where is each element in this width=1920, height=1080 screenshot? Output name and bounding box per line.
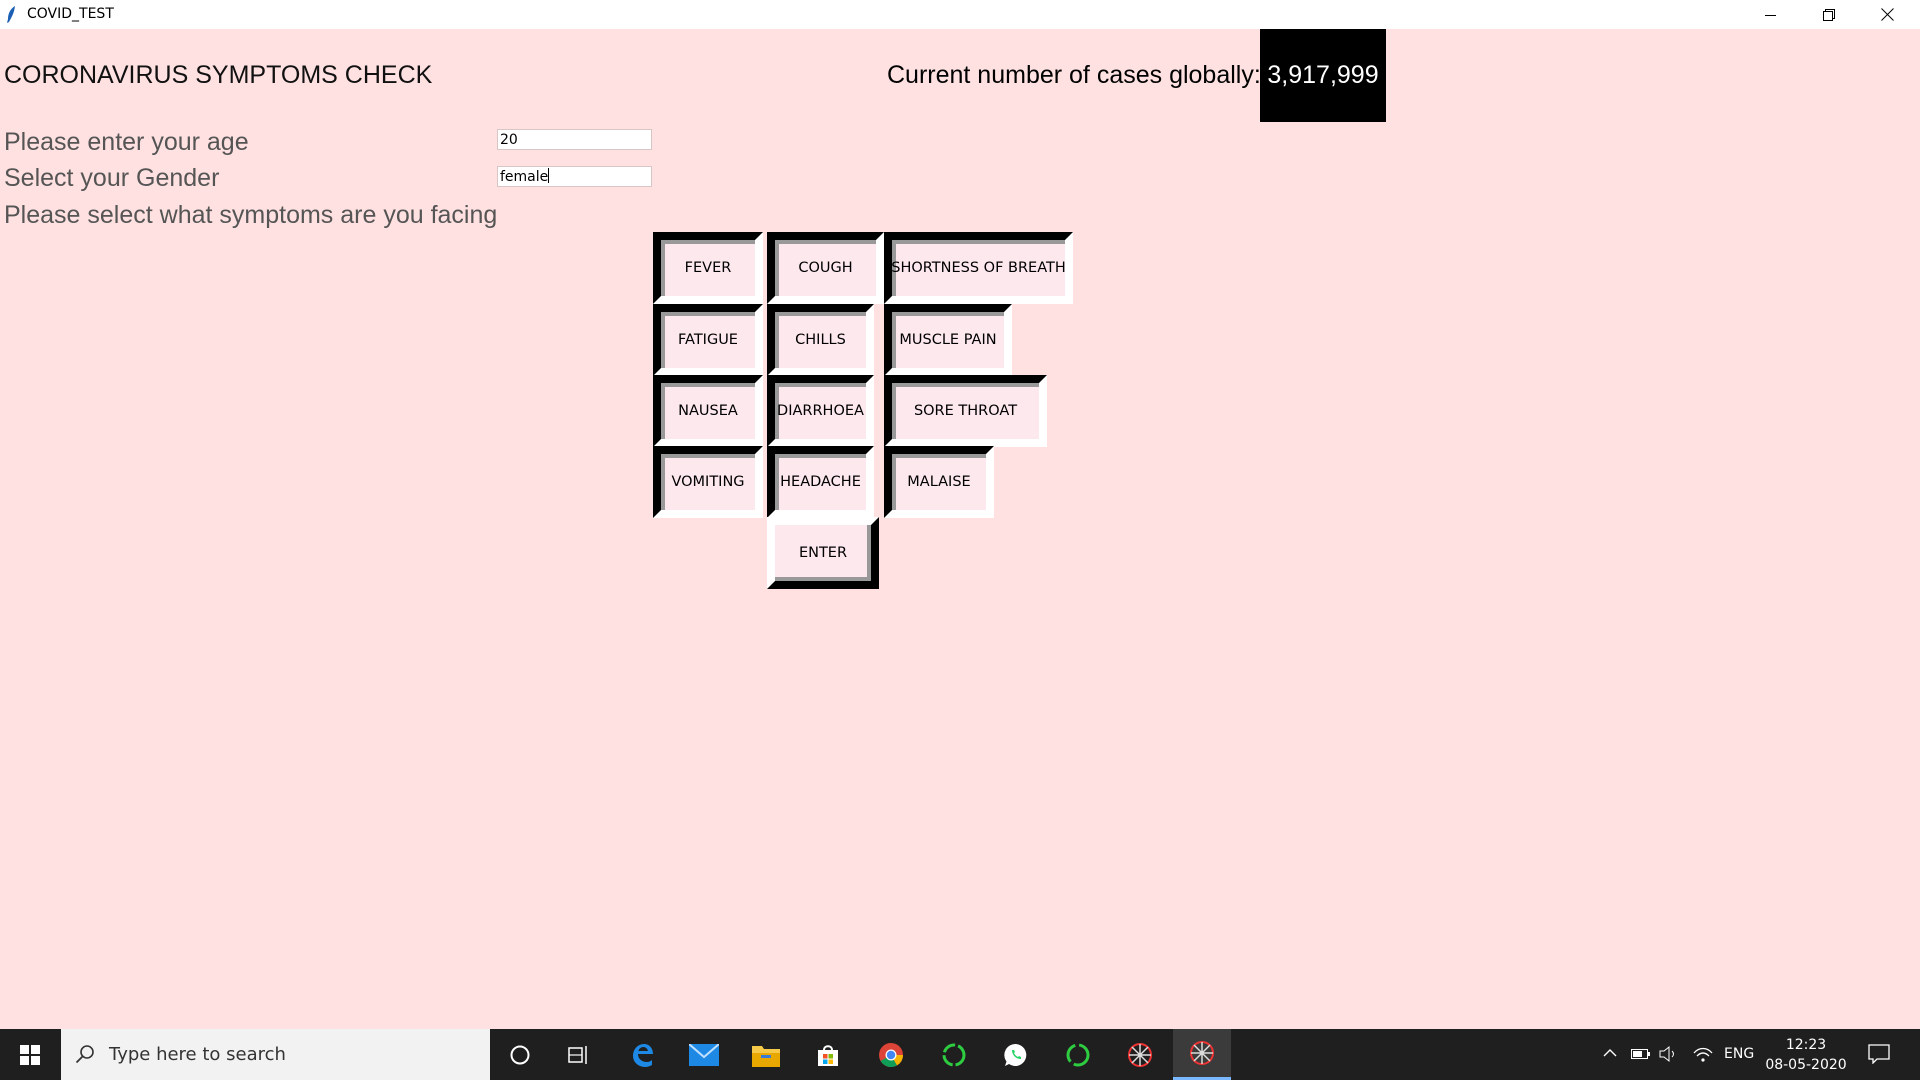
store-taskbar-button[interactable]	[799, 1029, 857, 1080]
file-explorer-icon	[752, 1045, 780, 1067]
diarrhoea-button[interactable]: DIARRHOEA	[767, 375, 874, 447]
gender-label: Select your Gender	[4, 164, 220, 192]
cortana-button[interactable]	[491, 1029, 549, 1080]
task-view-icon	[568, 1045, 587, 1064]
covid-test-taskbar-button[interactable]	[1173, 1029, 1231, 1080]
fever-button-label: FEVER	[684, 260, 732, 276]
volume-icon[interactable]	[1659, 1045, 1679, 1063]
fatigue-button-label: FATIGUE	[678, 332, 738, 348]
windows-logo-icon	[20, 1044, 40, 1065]
feather-app-icon	[1190, 1041, 1214, 1065]
app-client-area	[0, 29, 1920, 1029]
start-button[interactable]	[0, 1029, 60, 1080]
wifi-icon[interactable]	[1693, 1045, 1713, 1063]
taskbar: Type here to search ENG 12:23 08-05-2020	[0, 1029, 1920, 1080]
taskbar-search-box[interactable]: Type here to search	[61, 1029, 490, 1080]
fatigue-button[interactable]: FATIGUE	[653, 304, 763, 376]
headache-button-label: HEADACHE	[780, 474, 861, 490]
edge-icon	[633, 1043, 653, 1067]
battery-icon[interactable]	[1631, 1047, 1651, 1061]
whatsapp-taskbar-button[interactable]	[987, 1029, 1045, 1080]
green-ring-app-icon	[1066, 1043, 1090, 1066]
clock-date: 08-05-2020	[1765, 1057, 1847, 1073]
language-indicator[interactable]: ENG	[1724, 1046, 1754, 1062]
minimize-icon	[1765, 14, 1776, 16]
mail-taskbar-button[interactable]	[675, 1029, 733, 1080]
cough-button-label: COUGH	[798, 260, 853, 276]
chrome-icon	[879, 1042, 903, 1067]
gender-input[interactable]: female	[497, 166, 652, 187]
shortness-of-breath-button-label: SHORTNESS OF BREATH	[891, 260, 1066, 276]
chrome-taskbar-button[interactable]	[862, 1029, 920, 1080]
restore-icon	[1823, 8, 1835, 21]
search-placeholder: Type here to search	[109, 1044, 286, 1065]
close-button[interactable]	[1858, 0, 1916, 29]
headache-button[interactable]: HEADACHE	[767, 446, 874, 518]
page-title: CORONAVIRUS SYMPTOMS CHECK	[4, 61, 433, 89]
green-app-2-taskbar-button[interactable]	[1049, 1029, 1107, 1080]
feather-app-icon	[1128, 1042, 1152, 1067]
restore-button[interactable]	[1800, 0, 1858, 29]
window-title: COVID_TEST	[27, 6, 114, 22]
feather-icon	[7, 6, 15, 23]
cortana-icon	[510, 1045, 530, 1064]
text-cursor	[548, 168, 550, 183]
nausea-button-label: NAUSEA	[678, 403, 738, 419]
vomiting-button[interactable]: VOMITING	[653, 446, 763, 518]
task-view-button[interactable]	[550, 1029, 608, 1080]
cases-label: Current number of cases globally:	[887, 61, 1261, 89]
green-ring-app-icon	[942, 1043, 966, 1066]
taskbar-clock[interactable]: 12:23 08-05-2020	[1764, 1035, 1848, 1075]
window-title-bar[interactable]: COVID_TEST	[0, 0, 1920, 30]
malaise-button-label: MALAISE	[907, 474, 971, 490]
clock-time: 12:23	[1785, 1037, 1827, 1053]
file-explorer-taskbar-button[interactable]	[737, 1029, 795, 1080]
enter-button[interactable]: ENTER	[767, 517, 879, 589]
whatsapp-icon	[1004, 1043, 1027, 1066]
enter-button-label: ENTER	[798, 545, 848, 561]
cases-counter: 3,917,999	[1260, 29, 1386, 122]
sore-throat-button-label: SORE THROAT	[913, 403, 1018, 419]
age-input[interactable]: 20	[497, 129, 652, 150]
store-icon	[818, 1044, 838, 1066]
age-label: Please enter your age	[4, 128, 249, 156]
malaise-button[interactable]: MALAISE	[884, 446, 994, 518]
chevron-up-icon[interactable]	[1603, 1048, 1617, 1058]
notifications-icon[interactable]	[1868, 1044, 1890, 1064]
symptoms-label: Please select what symptoms are you faci…	[4, 201, 498, 229]
nausea-button[interactable]: NAUSEA	[653, 375, 763, 447]
feather-app-taskbar-button[interactable]	[1111, 1029, 1169, 1080]
mail-icon	[689, 1043, 719, 1066]
green-app-taskbar-button[interactable]	[925, 1029, 983, 1080]
minimize-button[interactable]	[1742, 0, 1800, 29]
sore-throat-button[interactable]: SORE THROAT	[884, 375, 1047, 447]
cough-button[interactable]: COUGH	[767, 232, 884, 304]
muscle-pain-button-label: MUSCLE PAIN	[899, 332, 997, 348]
diarrhoea-button-label: DIARRHOEA	[777, 403, 864, 419]
age-input-value: 20	[500, 132, 518, 148]
chills-button-label: CHILLS	[795, 332, 846, 348]
shortness-of-breath-button[interactable]: SHORTNESS OF BREATH	[884, 232, 1073, 304]
gender-input-value: female	[500, 169, 549, 185]
chills-button[interactable]: CHILLS	[767, 304, 874, 376]
edge-taskbar-button[interactable]	[613, 1029, 671, 1080]
close-icon	[1880, 8, 1894, 21]
muscle-pain-button[interactable]: MUSCLE PAIN	[884, 304, 1012, 376]
fever-button[interactable]: FEVER	[653, 232, 763, 304]
search-icon	[75, 1045, 94, 1064]
vomiting-button-label: VOMITING	[671, 474, 745, 490]
